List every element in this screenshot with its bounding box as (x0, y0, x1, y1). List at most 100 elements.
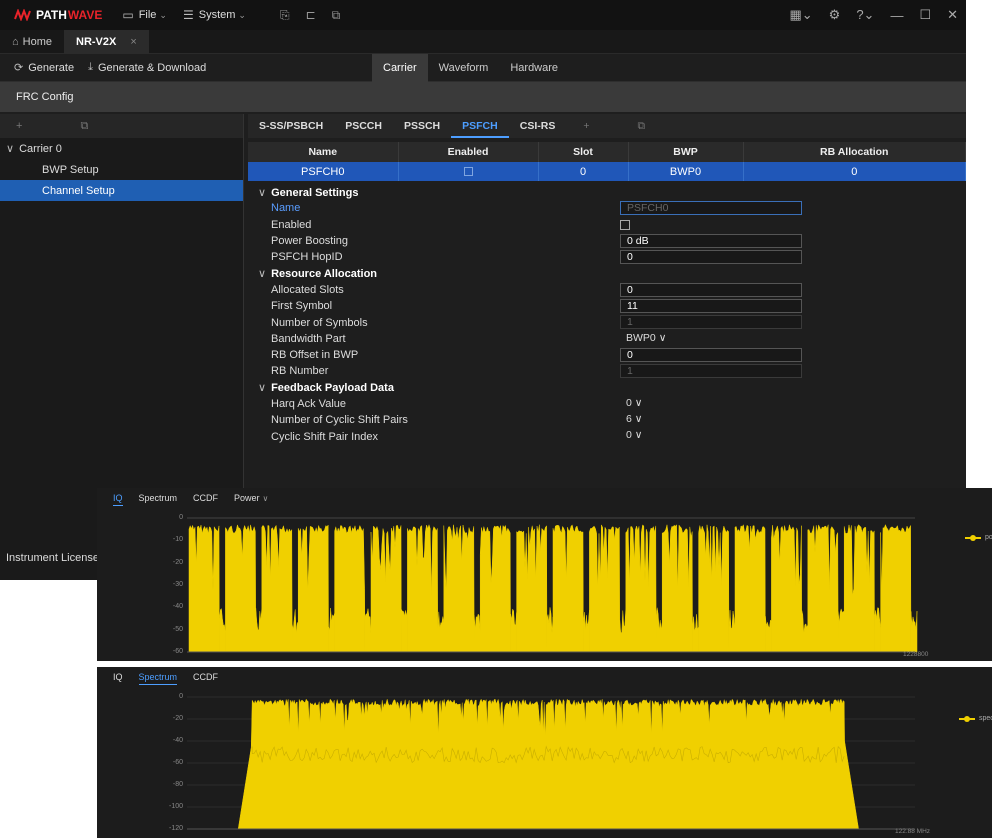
tab-carrier[interactable]: Carrier (372, 54, 428, 82)
copy-channel-icon[interactable]: ⧉ (626, 114, 656, 138)
add-channel-icon[interactable]: + (572, 114, 600, 138)
prop-name: Name PSFCH0 (248, 200, 966, 216)
plot1-tab-power[interactable]: Power ∨ (234, 493, 268, 505)
allocated-slots-field[interactable]: 0 (620, 282, 802, 297)
tree-item-carrier[interactable]: ∨ Carrier 0 (0, 138, 243, 159)
rb-offset-field[interactable]: 0 (620, 347, 802, 362)
copy-icon[interactable]: ⧉ (80, 120, 88, 133)
power-gap (583, 609, 590, 653)
minimize-icon[interactable]: — (890, 8, 903, 23)
plot1-tab-iq[interactable]: IQ (113, 493, 123, 506)
plot2-tab-ccdf[interactable]: CCDF (193, 672, 218, 684)
cyclic-shift-index-select[interactable]: 0 ∨ (620, 429, 642, 443)
prop-rb-number: RB Number 1 (248, 363, 966, 379)
plot2-x-max: 122.88 MHz (895, 828, 931, 835)
close-tab-icon[interactable]: × (130, 36, 136, 48)
tab-nr-v2x[interactable]: NR-V2X × (64, 29, 149, 54)
power-trace (188, 523, 918, 653)
save-icon[interactable]: ⧉ (332, 8, 341, 23)
hopid-field[interactable]: 0 (620, 250, 802, 265)
cell-rb-allocation: 0 (743, 162, 966, 181)
open-folder-icon[interactable]: ⊏ (306, 8, 316, 23)
plot1-legend[interactable]: power (965, 534, 992, 541)
file-menu-label: File (138, 9, 157, 21)
cyclic-pairs-select-value: 6 (626, 413, 632, 426)
maximize-icon[interactable]: ☐ (919, 7, 931, 23)
tree-item-channel-setup[interactable]: Channel Setup (0, 180, 243, 201)
cell-bwp: BWP0 (628, 162, 744, 181)
section-resource-allocation[interactable]: ∨ Resource Allocation (248, 265, 966, 281)
power-burst (334, 524, 366, 653)
bwp-select-value: BWP0 (626, 331, 656, 344)
tab-csi-rs[interactable]: CSI-RS (509, 114, 567, 138)
plot2-legend-label: spectrum (979, 715, 992, 722)
power-gap (655, 607, 663, 653)
chevron-down-icon: ∨ (634, 429, 643, 442)
power-burst (880, 524, 912, 653)
power-gap (728, 610, 736, 653)
generate-download-button[interactable]: ⤓ Generate & Download (88, 61, 206, 74)
tab-psfch[interactable]: PSFCH (451, 114, 509, 138)
power-boosting-field[interactable]: 0 dB (620, 233, 802, 248)
col-enabled: Enabled (398, 142, 539, 162)
generate-button[interactable]: ⟳ Generate (14, 61, 74, 75)
plot2-tab-spectrum[interactable]: Spectrum (138, 672, 178, 685)
plot2-tab-iq[interactable]: IQ (113, 672, 123, 684)
power-burst (188, 524, 220, 653)
pathwave-wave-icon (14, 9, 31, 21)
bandwidth-part-select[interactable]: BWP0 ∨ (620, 332, 666, 346)
plot2-tabs: IQ Spectrum CCDF (97, 667, 992, 689)
first-symbol-field[interactable]: 11 (620, 299, 802, 314)
power-gap (401, 608, 408, 653)
logo-wave-text: WAVE (67, 8, 103, 22)
section-feedback-payload[interactable]: ∨ Feedback Payload Data (248, 380, 966, 396)
power-burst (443, 524, 475, 653)
frc-config-bar[interactable]: FRC Config (0, 82, 966, 112)
quick-actions: ⎘ ⊏ ⧉ (280, 8, 356, 23)
tab-pssch[interactable]: PSSCH (393, 114, 451, 138)
system-menu[interactable]: ☰ System ⌄ (183, 8, 246, 22)
col-bwp: BWP (628, 142, 744, 162)
power-burst (407, 523, 439, 653)
power-burst (843, 524, 875, 653)
system-menu-label: System (198, 9, 236, 21)
settings-icon[interactable]: ⚙ (829, 7, 841, 23)
file-menu[interactable]: ▭ File ⌄ (122, 8, 167, 22)
plot1-legend-label: power (985, 534, 992, 541)
col-name: Name (248, 142, 399, 162)
harq-ack-select[interactable]: 0 ∨ (620, 397, 642, 411)
tab-waveform[interactable]: Waveform (428, 54, 500, 82)
add-icon[interactable]: + (16, 120, 22, 132)
plot1-tab-ccdf[interactable]: CCDF (193, 493, 218, 505)
tree-toolbar: + ⧉ (0, 114, 243, 138)
table-row[interactable]: PSFCH0 0 BWP0 0 (248, 162, 966, 181)
power-gap (874, 607, 881, 653)
section-general-settings[interactable]: ∨ General Settings (248, 184, 966, 200)
tab-hardware[interactable]: Hardware (499, 54, 569, 82)
prop-bandwidth-part: Bandwidth Part BWP0 ∨ (248, 331, 966, 347)
enabled-checkbox[interactable] (620, 219, 630, 230)
plot2-legend[interactable]: spectrum (959, 715, 992, 722)
help-icon[interactable]: ?⌄ (856, 7, 874, 23)
tab-s-ss-psbch[interactable]: S-SS/PSBCH (248, 114, 334, 138)
instrument-license-link[interactable]: Instrument License (6, 552, 99, 564)
tab-pscch[interactable]: PSCCH (334, 114, 393, 138)
plot1-tab-spectrum[interactable]: Spectrum (139, 493, 178, 505)
power-burst (625, 524, 657, 653)
spectrum-trace (237, 698, 859, 830)
name-field[interactable]: PSFCH0 (620, 201, 802, 216)
power-burst (370, 524, 402, 653)
new-file-icon[interactable]: ⎘ (280, 8, 290, 23)
plot1-x-max: 1228800 (903, 651, 929, 658)
generate-icon: ⟳ (14, 62, 24, 74)
tree-item-bwp-setup[interactable]: BWP Setup (0, 159, 243, 180)
prop-allocated-slots: Allocated Slots 0 (248, 282, 966, 298)
power-gap (473, 613, 481, 653)
close-window-icon[interactable]: ✕ (947, 7, 958, 23)
generate-download-label: Generate & Download (97, 61, 207, 74)
cyclic-shift-pairs-select[interactable]: 6 ∨ (620, 413, 642, 427)
layout-icon[interactable]: ▦⌄ (789, 7, 812, 23)
tab-home[interactable]: ⌂ Home (0, 30, 64, 54)
enabled-checkbox[interactable] (463, 167, 473, 177)
power-burst (479, 524, 511, 653)
